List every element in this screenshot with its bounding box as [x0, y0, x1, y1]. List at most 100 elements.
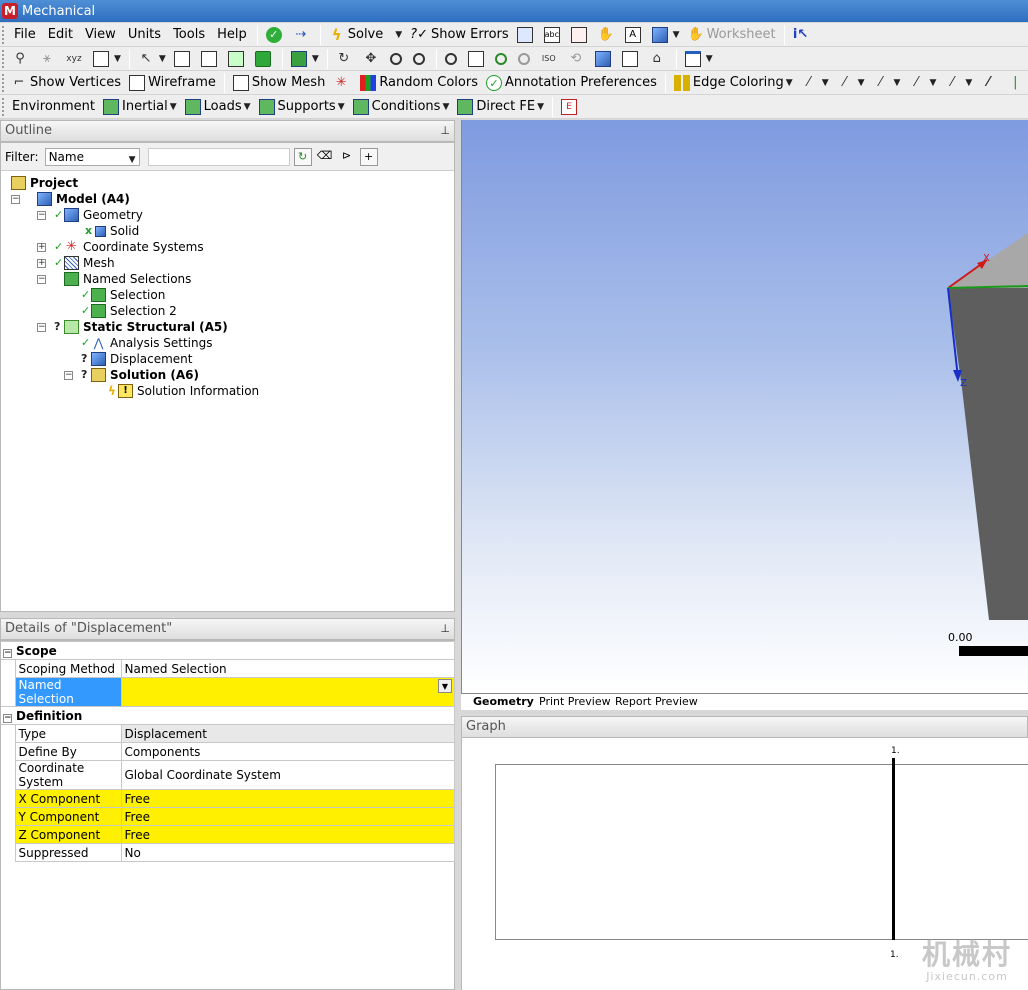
collapse-toggle[interactable]: −: [37, 211, 46, 220]
expand-all-button[interactable]: +: [359, 147, 378, 166]
chevron-down-icon[interactable]: ▼: [312, 54, 319, 64]
collapse-toggle[interactable]: −: [3, 648, 12, 658]
expand-toggle[interactable]: +: [37, 259, 46, 268]
detail-row[interactable]: Z Component Free: [1, 825, 455, 844]
detail-value[interactable]: Free: [120, 825, 455, 844]
pan-button[interactable]: ✥: [360, 48, 385, 70]
chevron-down-icon[interactable]: ▼: [822, 78, 829, 88]
zoom-region-button[interactable]: [465, 48, 490, 70]
inertial-menu[interactable]: Inertial ▼: [100, 96, 180, 118]
solve-button[interactable]: ϟ Solve ▼: [326, 24, 405, 46]
tool-button[interactable]: [592, 48, 617, 70]
tool-button[interactable]: ⟲: [565, 48, 590, 70]
chevron-down-icon[interactable]: ▼: [965, 78, 972, 88]
refresh-filter-button[interactable]: ↻: [293, 147, 312, 166]
collapse-toggle[interactable]: −: [11, 195, 20, 204]
detail-row[interactable]: Define By Components: [1, 742, 455, 761]
wireframe-button[interactable]: Wireframe: [126, 72, 219, 94]
time-marker-line[interactable]: [892, 758, 895, 940]
pin-icon[interactable]: ⊥: [440, 121, 450, 141]
menu-edit[interactable]: Edit: [42, 24, 79, 46]
tool-button[interactable]: ✋: [595, 24, 620, 46]
zoom-in-button[interactable]: [492, 48, 513, 70]
show-mesh-button[interactable]: Show Mesh: [230, 72, 328, 94]
tree-item-solid[interactable]: x Solid: [85, 223, 139, 239]
zoom-button[interactable]: [387, 48, 408, 70]
tool-button[interactable]: [198, 48, 223, 70]
chevron-down-icon[interactable]: ▼: [129, 152, 136, 168]
loads-menu[interactable]: Loads ▼: [182, 96, 254, 118]
direct-fe-menu[interactable]: Direct FE ▼: [454, 96, 547, 118]
collapse-toggle[interactable]: −: [64, 371, 73, 380]
chevron-down-icon[interactable]: ▼: [673, 30, 680, 40]
chevron-down-icon[interactable]: ▼: [894, 78, 901, 88]
tree-item-coordinate-systems[interactable]: ✓ ✳ Coordinate Systems: [54, 239, 204, 255]
chevron-down-icon[interactable]: ▼: [537, 102, 544, 112]
tab-print-preview[interactable]: Print Preview: [531, 695, 617, 709]
collapse-toggle[interactable]: −: [37, 323, 46, 332]
tree-item-mesh[interactable]: ✓ Mesh: [54, 255, 115, 271]
tree-item-static-structural[interactable]: ? Static Structural (A5): [54, 319, 228, 335]
tool-button[interactable]: ▼: [649, 24, 683, 46]
tree-item-named-selections[interactable]: Named Selections: [64, 271, 191, 287]
toolbar-grip[interactable]: [2, 25, 5, 44]
tab-report-preview[interactable]: Report Preview: [607, 695, 704, 709]
tree-item-displacement[interactable]: ? Displacement: [81, 351, 193, 367]
zoom-fit-button[interactable]: [442, 48, 463, 70]
axis-triad-button[interactable]: ✳: [330, 72, 355, 94]
tree-item-selection[interactable]: ✓ Selection: [81, 287, 165, 303]
tool-button[interactable]: abc: [541, 24, 566, 46]
iso-view-button[interactable]: ISO: [538, 48, 563, 70]
chevron-down-icon[interactable]: ▼: [786, 78, 793, 88]
tool-button[interactable]: [225, 48, 250, 70]
filter-search-input[interactable]: [147, 147, 290, 166]
edge-style-button[interactable]: ⁄ ▼: [798, 72, 832, 94]
supports-menu[interactable]: Supports ▼: [256, 96, 348, 118]
show-vertices-button[interactable]: ⌐ Show Vertices: [8, 72, 124, 94]
category-scope[interactable]: − Scope: [1, 641, 455, 660]
zoom-box-button[interactable]: [410, 48, 431, 70]
category-definition[interactable]: − Definition: [1, 706, 455, 725]
expand-toggle[interactable]: +: [37, 243, 46, 252]
edge-style-button[interactable]: ⁄ ▼: [941, 72, 975, 94]
chevron-down-icon[interactable]: ▼: [395, 30, 402, 40]
tree-item-solution[interactable]: ? Solution (A6): [81, 367, 199, 383]
detail-value[interactable]: Global Coordinate System: [120, 760, 455, 790]
toolbar-grip[interactable]: [2, 49, 5, 68]
chevron-down-icon[interactable]: ▼: [159, 54, 166, 64]
detail-row[interactable]: X Component Free: [1, 789, 455, 808]
detail-row-named-selection[interactable]: Named Selection ▼: [1, 677, 455, 707]
tool-button[interactable]: ▼: [90, 48, 124, 70]
toolbar-grip[interactable]: [2, 97, 5, 116]
tree-item-project[interactable]: Project: [11, 175, 78, 191]
chevron-down-icon[interactable]: ▼: [706, 54, 713, 64]
menu-help[interactable]: Help: [211, 24, 253, 46]
filter-options-button[interactable]: ⊳: [338, 148, 356, 166]
tool-button[interactable]: [252, 48, 277, 70]
tool-button[interactable]: ⌂: [646, 48, 671, 70]
chevron-down-icon[interactable]: ▼: [170, 102, 177, 112]
detail-value[interactable]: Free: [120, 807, 455, 826]
menu-view[interactable]: View: [79, 24, 122, 46]
solid-front-face[interactable]: [948, 288, 1028, 620]
tool-button[interactable]: [568, 24, 593, 46]
tool-button[interactable]: ⚲: [9, 48, 34, 70]
toolbar-grip[interactable]: [2, 73, 4, 92]
tree-item-solution-information[interactable]: ϟ ! Solution Information: [108, 383, 259, 399]
tool-button[interactable]: ↖ ▼: [135, 48, 169, 70]
graphics-viewport[interactable]: X Z 0.00: [461, 120, 1028, 693]
tool-button[interactable]: [514, 24, 539, 46]
tree-item-selection-2[interactable]: ✓ Selection 2: [81, 303, 177, 319]
rotate-button[interactable]: ↻: [333, 48, 358, 70]
annotation-preferences-button[interactable]: ✓ Annotation Preferences: [483, 72, 660, 94]
commands-button[interactable]: E: [558, 96, 583, 118]
chevron-down-icon[interactable]: ▼: [114, 54, 121, 64]
menu-file[interactable]: File: [8, 24, 42, 46]
random-colors-button[interactable]: Random Colors: [357, 72, 481, 94]
chevron-down-icon[interactable]: ▼: [244, 102, 251, 112]
detail-row[interactable]: Scoping Method Named Selection: [1, 659, 455, 678]
detail-value[interactable]: Named Selection: [120, 659, 455, 678]
detail-row[interactable]: Type Displacement: [1, 724, 455, 743]
tree-item-analysis-settings[interactable]: ✓ ⋀ Analysis Settings: [81, 335, 212, 351]
thicken-edges-button[interactable]: ⁄: [977, 72, 1002, 94]
